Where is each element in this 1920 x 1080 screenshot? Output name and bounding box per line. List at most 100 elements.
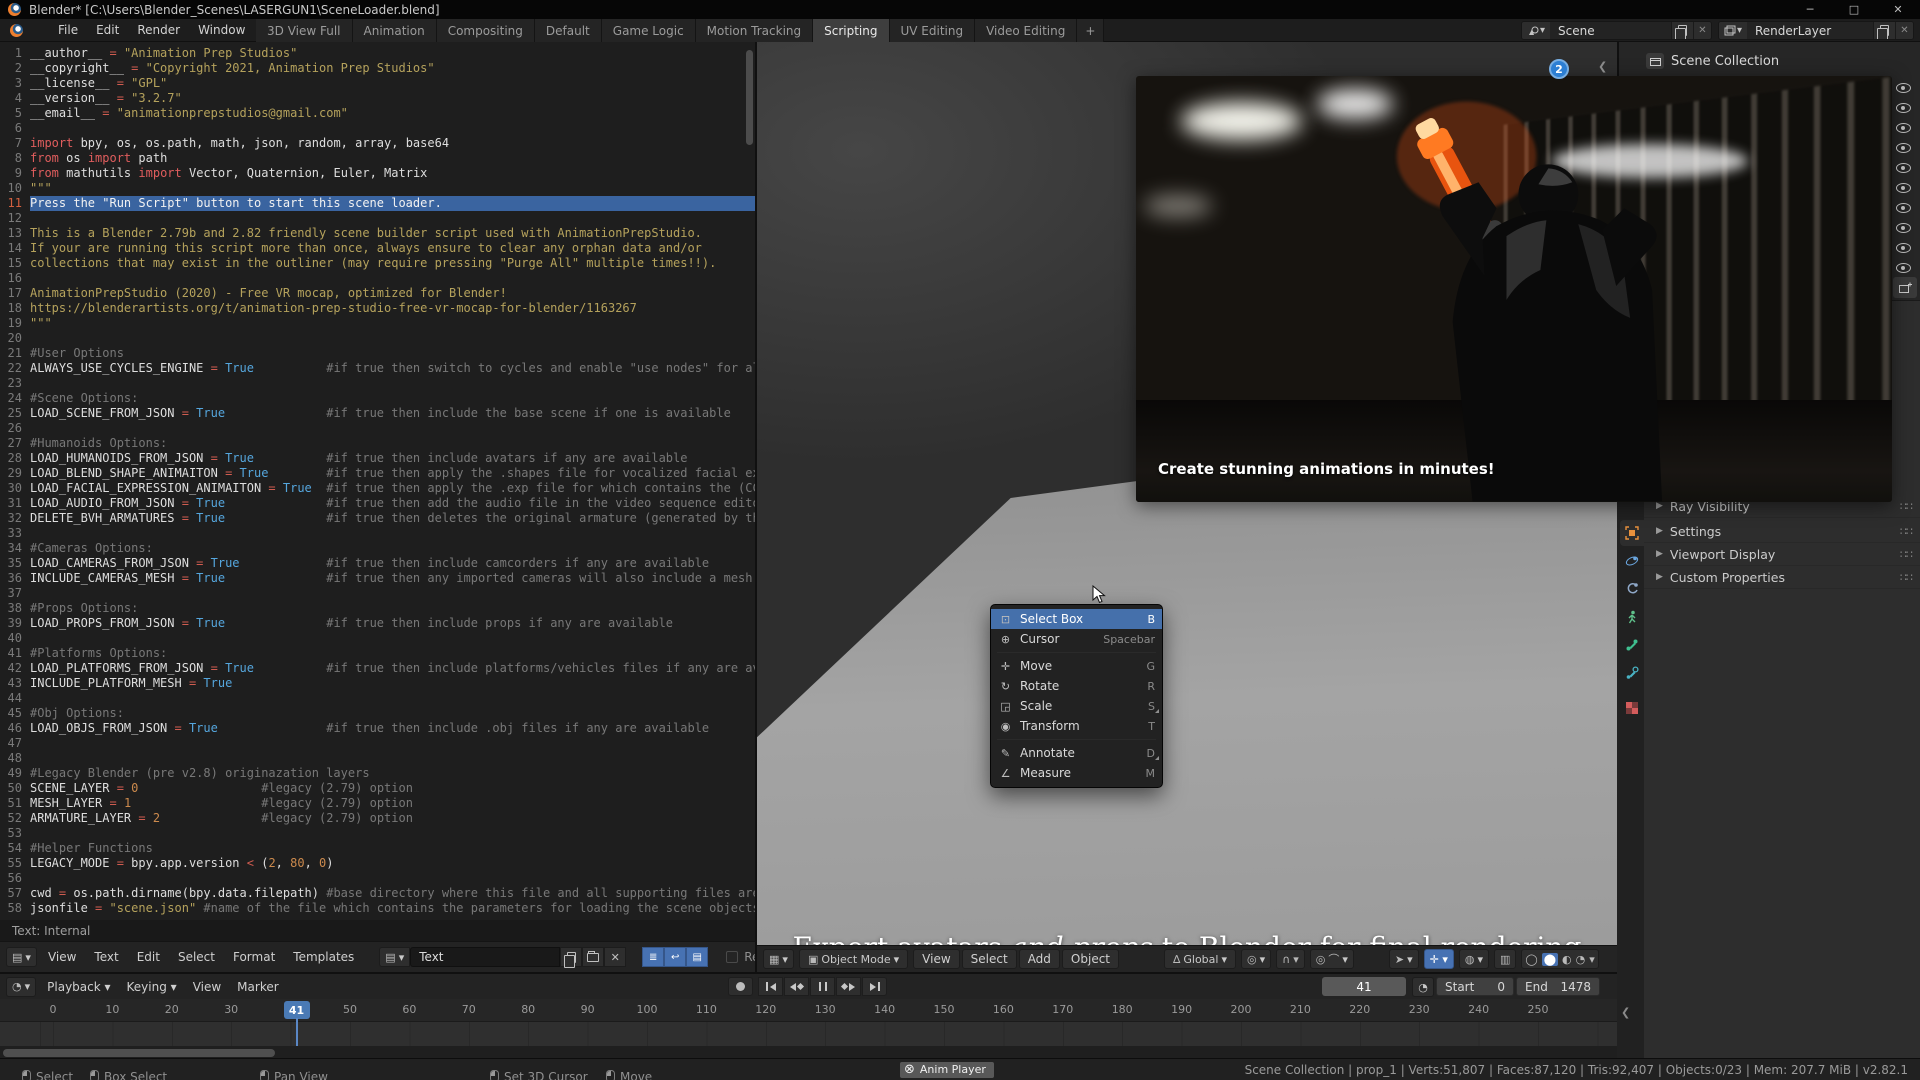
visibility-eye-icon[interactable]	[1896, 263, 1911, 273]
shading-material-icon[interactable]: ◐	[1562, 953, 1572, 966]
code-line[interactable]: 20	[0, 331, 757, 346]
code-line[interactable]: 39LOAD_PROPS_FROM_JSON = True #if true t…	[0, 616, 757, 631]
visibility-eye-icon[interactable]	[1896, 143, 1911, 153]
outliner-root-row[interactable]: Scene Collection	[1646, 50, 1779, 72]
remove-view-layer-button[interactable]: ✕	[1895, 22, 1913, 39]
previous-keyframe-button[interactable]	[784, 977, 809, 996]
menu-window[interactable]: Window	[189, 20, 254, 40]
code-line[interactable]: 28LOAD_HUMANOIDS_FROM_JSON = True #if tr…	[0, 451, 757, 466]
timeline-menu-view[interactable]: View	[185, 977, 229, 997]
code-line[interactable]: 34#Cameras Options:	[0, 541, 757, 556]
timeline-menu-marker[interactable]: Marker	[229, 977, 286, 997]
tab-scripting[interactable]: Scripting	[813, 19, 889, 42]
tab-game-logic[interactable]: Game Logic	[602, 19, 696, 42]
current-frame-field[interactable]: 41	[1322, 977, 1406, 996]
code-line[interactable]: 36INCLUDE_CAMERAS_MESH = True #if true t…	[0, 571, 757, 586]
playhead[interactable]	[296, 1018, 298, 1046]
code-line[interactable]: 16	[0, 271, 757, 286]
code-line[interactable]: 37	[0, 586, 757, 601]
code-line[interactable]: 12	[0, 211, 757, 226]
copy-view-layer-button[interactable]	[1873, 22, 1895, 39]
xray-toggle[interactable]: ▥	[1494, 949, 1516, 969]
context-item-cursor[interactable]: ⊕CursorSpacebar	[991, 629, 1162, 649]
maximize-button[interactable]: □	[1832, 0, 1876, 19]
code-line[interactable]: 10"""	[0, 181, 757, 196]
code-line[interactable]: 57cwd = os.path.dirname(bpy.data.filepat…	[0, 886, 757, 901]
minimize-button[interactable]: ─	[1788, 0, 1832, 19]
editor-menu-format[interactable]: Format	[224, 947, 284, 967]
code-line[interactable]: 8from os import path	[0, 151, 757, 166]
jump-to-end-button[interactable]	[862, 977, 887, 996]
gizmo-toggle[interactable]: ✛ ▾	[1424, 949, 1454, 969]
visibility-eye-icon[interactable]	[1896, 183, 1911, 193]
code-line[interactable]: 29LOAD_BLEND_SHAPE_ANIMAITON = True #if …	[0, 466, 757, 481]
pause-button[interactable]	[810, 977, 835, 996]
frame-start-field[interactable]: Start0	[1436, 977, 1514, 996]
timeline-menu-keying[interactable]: Keying ▾	[119, 977, 185, 997]
code-line[interactable]: 23	[0, 376, 757, 391]
panel-viewport-display[interactable]: ▶Viewport Display∷∷	[1644, 543, 1920, 566]
editor-menu-templates[interactable]: Templates	[284, 947, 363, 967]
tab-animation[interactable]: Animation	[353, 19, 437, 42]
overlays-dropdown[interactable]: ◍▾	[1459, 949, 1489, 969]
editor-menu-text[interactable]: Text	[85, 947, 127, 967]
tab-default[interactable]: Default	[535, 19, 602, 42]
orientation-dropdown[interactable]: ∆Global▾	[1164, 949, 1236, 969]
close-button[interactable]: ✕	[1876, 0, 1920, 19]
code-line[interactable]: 43INCLUDE_PLATFORM_MESH = True	[0, 676, 757, 691]
tab-bone[interactable]	[1619, 632, 1644, 658]
syntax-highlight-toggle[interactable]: ▤	[686, 947, 708, 967]
code-line[interactable]: 56	[0, 871, 757, 886]
tab-motion-tracking[interactable]: Motion Tracking	[696, 19, 813, 42]
text-name-field[interactable]: Text	[410, 947, 560, 967]
panel-drag-dots[interactable]: ∷∷	[1900, 548, 1912, 561]
code-line[interactable]: 15collections that may exist in the outl…	[0, 256, 757, 271]
visibility-eye-icon[interactable]	[1896, 123, 1911, 133]
editor-type-button[interactable]: ▤▾	[6, 947, 37, 967]
timeline-ruler[interactable]: 0102030506070809010011012013014015016017…	[0, 999, 1617, 1022]
unlink-text-button[interactable]: ✕	[604, 947, 626, 967]
code-line[interactable]: 42LOAD_PLATFORMS_FROM_JSON = True #if tr…	[0, 661, 757, 676]
panel-drag-dots[interactable]: ∷∷	[1900, 525, 1912, 538]
gizmo-dropdown[interactable]: ➤▾	[1389, 949, 1419, 969]
code-line[interactable]: 52ARMATURE_LAYER = 2 #legacy (2.79) opti…	[0, 811, 757, 826]
expand-chevron-icon[interactable]: ❮	[1621, 1006, 1630, 1019]
editor-menu-view[interactable]: View	[39, 947, 85, 967]
code-line[interactable]: 5__email__ = "animationprepstudios@gmail…	[0, 106, 757, 121]
menu-render[interactable]: Render	[128, 20, 189, 40]
tab-texture[interactable]	[1619, 695, 1644, 721]
view-layer-selector[interactable]: ▾ RenderLayer ✕	[1718, 21, 1914, 40]
code-line[interactable]: 7import bpy, os, os.path, math, json, ra…	[0, 136, 757, 151]
unlink-scene-button[interactable]: ✕	[1693, 22, 1711, 39]
running-job-indicator[interactable]: ⊗Anim Player	[900, 1062, 994, 1078]
tab-armature-data[interactable]	[1619, 604, 1644, 630]
menu-edit[interactable]: Edit	[87, 20, 128, 40]
timeline-tracks[interactable]	[0, 1022, 1617, 1046]
code-line[interactable]: 38#Props Options:	[0, 601, 757, 616]
context-item-select-box[interactable]: ⊡Select BoxB	[991, 609, 1162, 629]
tab-3d-view-full[interactable]: 3D View Full	[256, 19, 353, 42]
frame-end-field[interactable]: End1478	[1516, 977, 1600, 996]
code-line[interactable]: 30LOAD_FACIAL_EXPRESSION_ANIMAITON = Tru…	[0, 481, 757, 496]
code-line[interactable]: 3__license__ = "GPL"	[0, 76, 757, 91]
code-line[interactable]: 47	[0, 736, 757, 751]
code-line[interactable]: 35LOAD_CAMERAS_FROM_JSON = True #if true…	[0, 556, 757, 571]
code-line[interactable]: 18https://blenderartists.org/t/animation…	[0, 301, 757, 316]
viewport-editor-type-button[interactable]: ▦▾	[763, 949, 794, 969]
context-item-move[interactable]: ✛MoveG	[991, 656, 1162, 676]
text-editor[interactable]: 1__author__ = "Animation Prep Studios"2_…	[0, 42, 757, 920]
code-line[interactable]: 1__author__ = "Animation Prep Studios"	[0, 46, 757, 61]
code-line[interactable]: 22ALWAYS_USE_CYCLES_ENGINE = True #if tr…	[0, 361, 757, 376]
code-line[interactable]: 44	[0, 691, 757, 706]
code-line[interactable]: 27#Humanoids Options:	[0, 436, 757, 451]
shading-wireframe-icon[interactable]: ◯	[1525, 953, 1537, 966]
context-item-transform[interactable]: ◉TransformT	[991, 716, 1162, 736]
code-line[interactable]: 13This is a Blender 2.79b and 2.82 frien…	[0, 226, 757, 241]
code-line[interactable]: 32DELETE_BVH_ARMATURES = True #if true t…	[0, 511, 757, 526]
tab-compositing[interactable]: Compositing	[437, 19, 535, 42]
collapse-chevron-icon[interactable]: ❮	[1598, 60, 1607, 73]
panel-drag-dots[interactable]: ∷∷	[1900, 500, 1912, 513]
code-line[interactable]: 25LOAD_SCENE_FROM_JSON = True #if true t…	[0, 406, 757, 421]
panel-drag-dots[interactable]: ∷∷	[1900, 571, 1912, 584]
new-collection-button[interactable]	[1893, 277, 1917, 298]
